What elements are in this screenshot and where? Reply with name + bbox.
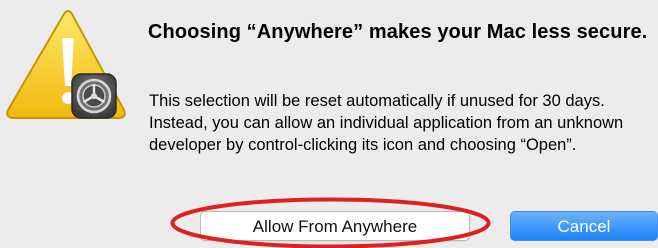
dialog-heading: Choosing “Anywhere” makes your Mac less … — [148, 21, 648, 43]
security-alert-dialog: Choosing “Anywhere” makes your Mac less … — [0, 0, 658, 248]
allow-from-anywhere-button[interactable]: Allow From Anywhere — [200, 211, 470, 241]
cancel-button[interactable]: Cancel — [510, 211, 658, 241]
system-preferences-icon — [71, 73, 117, 119]
warning-icon — [2, 6, 130, 130]
dialog-message: This selection will be reset automatical… — [149, 92, 624, 154]
